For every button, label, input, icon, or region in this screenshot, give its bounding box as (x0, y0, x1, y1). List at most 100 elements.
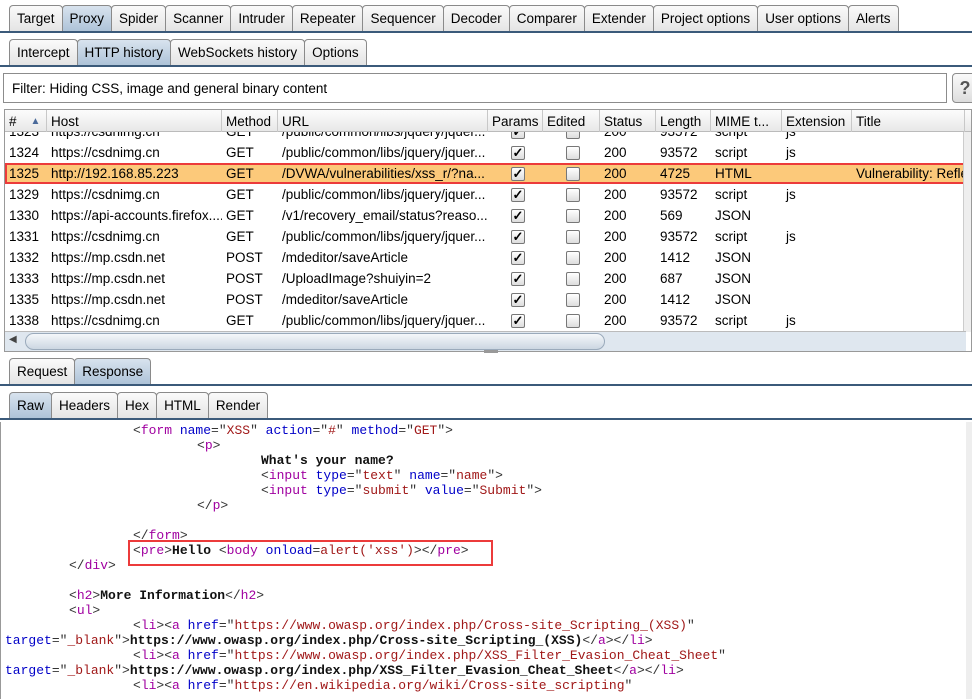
cell-params: ✓ (488, 166, 543, 181)
cell-id: 1331 (9, 229, 40, 244)
proxy-tab-websockets-history[interactable]: WebSockets history (170, 39, 306, 65)
edited-checkbox[interactable] (566, 292, 580, 307)
edited-checkbox[interactable] (566, 187, 580, 202)
table-row[interactable]: 1333 https://mp.csdn.net POST/UploadImage?… (5, 268, 966, 289)
tab-user-options[interactable]: User options (757, 5, 849, 31)
column-header-status[interactable]: Status (600, 110, 656, 132)
view-tab-hex[interactable]: Hex (117, 392, 158, 418)
proxy-tab-intercept[interactable]: Intercept (9, 39, 78, 65)
cell-host: https://csdnimg.cn (51, 187, 160, 202)
cell-url: /UploadImage?shuiyin=2 (282, 271, 431, 286)
cell-host: https://csdnimg.cn (47, 132, 222, 139)
view-tab-html[interactable]: HTML (156, 392, 209, 418)
tab-repeater[interactable]: Repeater (291, 5, 364, 31)
column-header-mime-t[interactable]: MIME t... (711, 110, 782, 132)
cell-method: POST (226, 271, 263, 286)
edited-checkbox[interactable] (566, 166, 580, 181)
table-row[interactable]: 1324 https://csdnimg.cn GET/public/common/… (5, 142, 966, 163)
table-row[interactable]: 1331 https://csdnimg.cn GET/public/common/… (5, 226, 966, 247)
column-header-url[interactable]: URL (278, 110, 488, 132)
message-tab-request[interactable]: Request (9, 358, 76, 384)
tab-project-options[interactable]: Project options (652, 5, 759, 31)
code-token: value (417, 483, 464, 498)
code-token: "> (526, 483, 542, 498)
column-header-label: Edited (547, 113, 586, 129)
column-header-params[interactable]: Params (488, 110, 543, 132)
table-row[interactable]: 1330 https://api-accounts.firefox.... GET /… (5, 205, 966, 226)
tab-comparer[interactable]: Comparer (508, 5, 585, 31)
proxy-tab-http-history[interactable]: HTTP history (76, 39, 172, 65)
column-header-length[interactable]: Length (656, 110, 711, 132)
cell-id: 1332 (9, 250, 40, 265)
tab-scanner[interactable]: Scanner (165, 5, 232, 31)
tab-decoder[interactable]: Decoder (442, 5, 510, 31)
filter-bar[interactable]: Filter: Hiding CSS, image and general bi… (3, 73, 947, 103)
params-checkbox[interactable]: ✓ (511, 145, 525, 160)
tab-proxy[interactable]: Proxy (61, 5, 113, 31)
table-row[interactable]: 1335 https://mp.csdn.net POST/mdeditor/sav… (5, 289, 966, 310)
tab-spider[interactable]: Spider (111, 5, 167, 31)
cell-edited (543, 166, 600, 181)
vertical-scrollbar[interactable] (963, 132, 971, 332)
view-tab-raw[interactable]: Raw (9, 392, 53, 418)
params-checkbox[interactable]: ✓ (511, 313, 525, 328)
tab-sequencer[interactable]: Sequencer (362, 5, 444, 31)
params-checkbox[interactable]: ✓ (511, 187, 525, 202)
proxy-tab-options[interactable]: Options (304, 39, 367, 65)
scroll-left-icon[interactable]: ◀ (9, 334, 17, 345)
cell-mime: HTML (715, 166, 752, 181)
code-token: method (343, 423, 399, 438)
table-row[interactable]: 1329 https://csdnimg.cn GET/public/common/… (5, 184, 966, 205)
edited-checkbox[interactable] (566, 313, 580, 328)
split-handle[interactable] (484, 350, 498, 353)
column-header-edited[interactable]: Edited (543, 110, 600, 132)
editor-scrollbar[interactable] (966, 422, 972, 699)
help-button[interactable]: ? (952, 73, 972, 103)
cell-status: 200 (604, 208, 627, 223)
view-tab-render[interactable]: Render (207, 392, 269, 418)
params-checkbox[interactable]: ✓ (511, 132, 525, 139)
params-checkbox[interactable]: ✓ (511, 166, 525, 181)
cell-url: /DVWA/vulnerabilities/xss_r/?na... (282, 166, 485, 181)
params-checkbox[interactable]: ✓ (511, 250, 525, 265)
table-row[interactable]: 1325 http://192.168.85.223 GET/DVWA/vulner… (5, 163, 966, 184)
sort-ascending-icon: ▲ (30, 115, 41, 127)
tab-intruder[interactable]: Intruder (230, 5, 293, 31)
scroll-thumb[interactable] (25, 333, 605, 350)
code-token: =" (346, 483, 363, 498)
column-header-method[interactable]: Method (222, 110, 278, 132)
edited-checkbox[interactable] (566, 132, 580, 139)
params-checkbox[interactable]: ✓ (511, 292, 525, 307)
params-checkbox[interactable]: ✓ (511, 208, 525, 223)
params-checkbox[interactable]: ✓ (511, 229, 525, 244)
cell-url: /public/common/libs/jquery/jquer... (278, 132, 488, 139)
table-row[interactable]: 1338 https://csdnimg.cn GET/public/common/… (5, 310, 966, 331)
table-row[interactable]: 1332 https://mp.csdn.net POST/mdeditor/sav… (5, 247, 966, 268)
cell-edited (543, 145, 600, 160)
cell-host: http://192.168.85.223 (51, 166, 179, 181)
column-header-[interactable]: # ▲ (5, 110, 47, 132)
tab-alerts[interactable]: Alerts (847, 5, 899, 31)
edited-checkbox[interactable] (566, 250, 580, 265)
code-token: > (644, 633, 653, 648)
horizontal-scrollbar[interactable]: ◀ (5, 331, 966, 351)
edited-checkbox[interactable] (566, 271, 580, 286)
column-header-title[interactable]: Title (852, 110, 965, 132)
column-header-extension[interactable]: Extension (782, 110, 852, 132)
code-token: target (5, 633, 52, 648)
table-row[interactable]: 1323https://csdnimg.cnGET/public/common/… (5, 132, 966, 142)
params-checkbox[interactable]: ✓ (511, 271, 525, 286)
edited-checkbox[interactable] (566, 208, 580, 223)
code-token: ></ (605, 633, 630, 648)
tab-target[interactable]: Target (9, 5, 63, 31)
edited-checkbox[interactable] (566, 145, 580, 160)
cell-params: ✓ (488, 187, 543, 202)
tab-extender[interactable]: Extender (583, 5, 654, 31)
cell-edited (543, 229, 600, 244)
column-header-host[interactable]: Host (47, 110, 222, 132)
edited-checkbox[interactable] (566, 229, 580, 244)
message-tab-response[interactable]: Response (74, 358, 152, 384)
view-tab-headers[interactable]: Headers (51, 392, 119, 418)
cell-ext: js (786, 145, 796, 160)
